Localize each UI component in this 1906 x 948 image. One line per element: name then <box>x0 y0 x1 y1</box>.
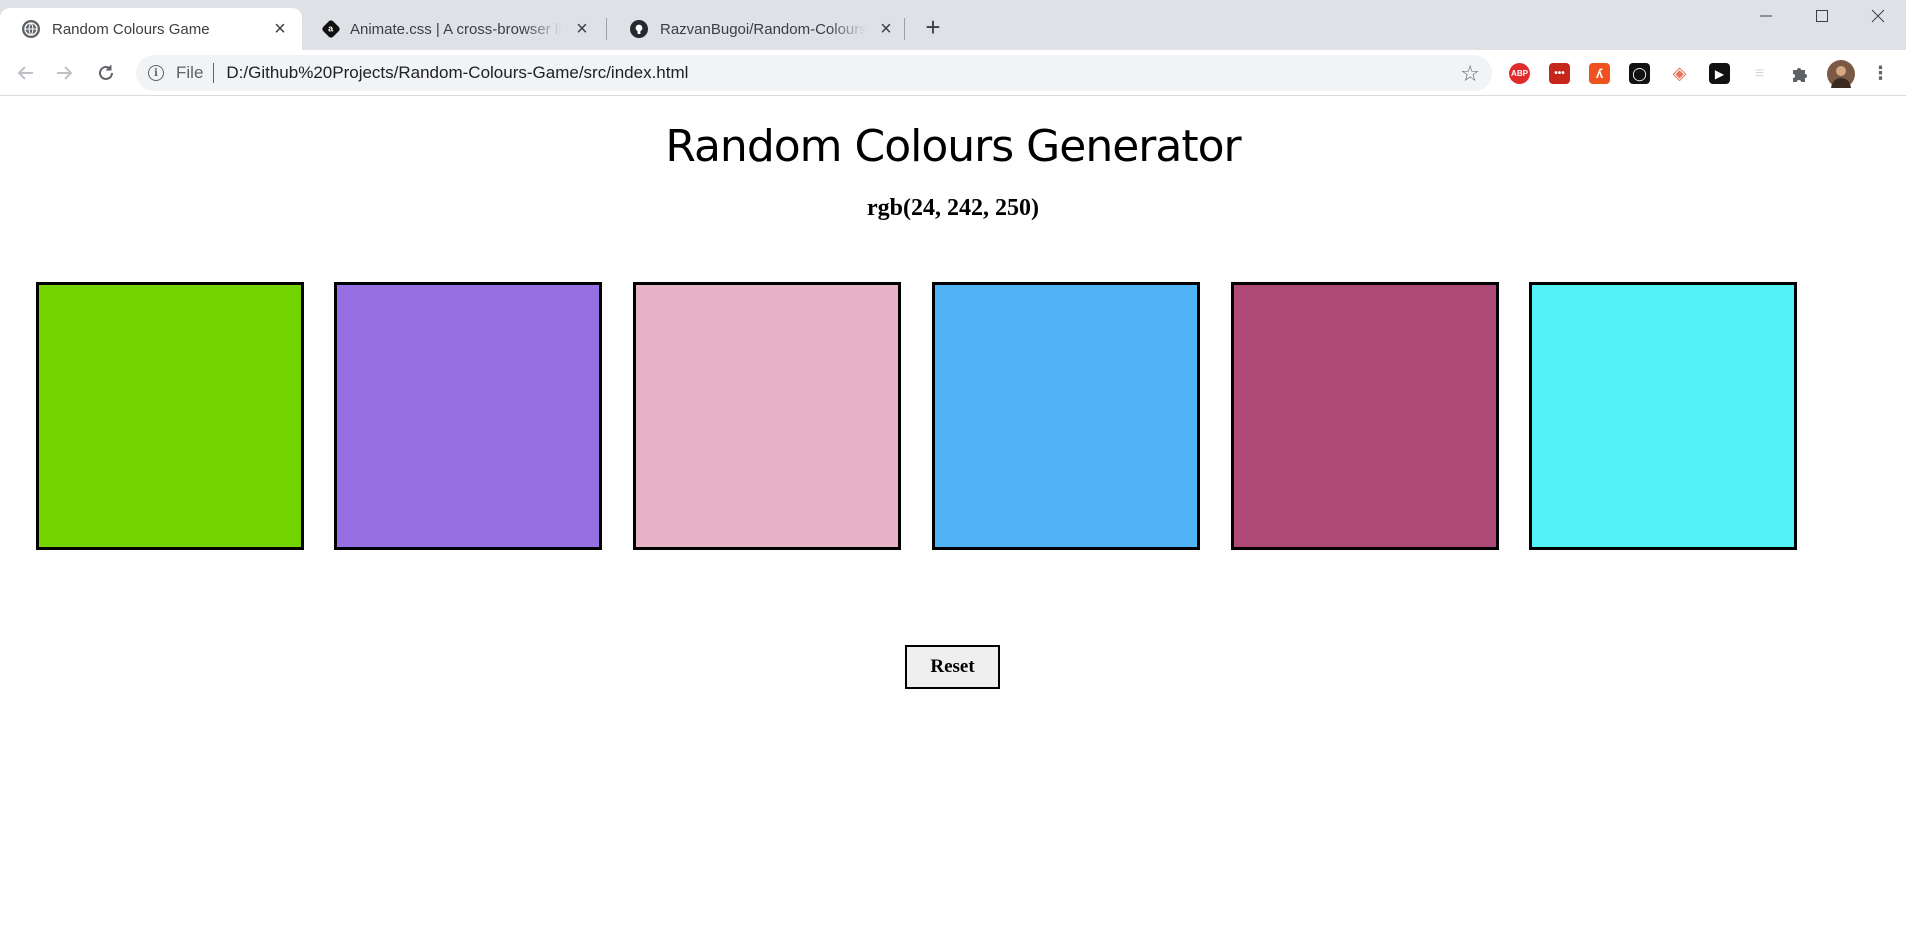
colour-swatch[interactable] <box>36 282 304 550</box>
tab-separator <box>904 18 905 40</box>
lastpass-icon[interactable]: ••• <box>1549 63 1570 84</box>
divider <box>213 63 215 83</box>
minimize-button[interactable] <box>1738 0 1794 32</box>
extension-orange-icon[interactable]: ʎ <box>1589 63 1610 84</box>
tab-separator <box>606 18 607 40</box>
new-tab-button[interactable]: + <box>918 12 948 42</box>
extension-faded-icon[interactable]: ≡ <box>1749 63 1770 84</box>
tab-title: RazvanBugoi/Random-Colours-Game <box>660 20 866 38</box>
play-extension-icon[interactable]: ▶ <box>1709 63 1730 84</box>
tab-random-colours-game[interactable]: Random Colours Game × <box>0 8 302 50</box>
colour-swatch[interactable] <box>334 282 602 550</box>
bookmark-star-icon[interactable]: ☆ <box>1460 61 1480 87</box>
colour-swatch[interactable] <box>633 282 901 550</box>
tab-title: Animate.css | A cross-browser library <box>350 20 562 38</box>
arrow-left-icon <box>17 66 33 80</box>
adblock-plus-icon[interactable]: ABP <box>1509 63 1530 84</box>
page-content: Random Colours Generator rgb(24, 242, 25… <box>0 97 1906 948</box>
tab-github-repo[interactable]: RazvanBugoi/Random-Colours-Game × <box>608 8 908 50</box>
back-button[interactable] <box>10 57 42 89</box>
close-window-button[interactable] <box>1850 0 1906 32</box>
address-bar[interactable]: i File D:/Github%20Projects/Random-Colou… <box>136 55 1492 91</box>
close-icon[interactable]: × <box>270 19 290 39</box>
maximize-button[interactable] <box>1794 0 1850 32</box>
puzzle-extensions-icon[interactable] <box>1789 63 1810 84</box>
globe-icon <box>22 20 40 38</box>
browser-toolbar: i File D:/Github%20Projects/Random-Colou… <box>0 50 1906 96</box>
arrow-right-icon <box>57 66 73 80</box>
info-icon[interactable]: i <box>148 65 164 81</box>
colour-swatch[interactable] <box>1529 282 1797 550</box>
close-icon[interactable]: × <box>876 19 896 39</box>
page-title: Random Colours Generator <box>665 121 1241 172</box>
target-rgb-code: rgb(24, 242, 250) <box>867 195 1039 221</box>
forward-button[interactable] <box>48 57 80 89</box>
colour-swatches <box>36 282 1836 552</box>
github-icon <box>630 20 648 38</box>
tab-title: Random Colours Game <box>52 20 210 38</box>
avatar[interactable] <box>1827 60 1855 88</box>
animate-logo-icon: a <box>321 19 341 39</box>
close-icon[interactable]: × <box>572 19 592 39</box>
colour-swatch[interactable] <box>932 282 1200 550</box>
tab-animate-css[interactable]: a Animate.css | A cross-browser library … <box>302 8 604 50</box>
shield-extension-icon[interactable]: ◈ <box>1669 63 1690 84</box>
url-text[interactable]: D:/Github%20Projects/Random-Colours-Game… <box>226 63 688 83</box>
plus-icon: + <box>925 11 941 42</box>
menu-kebab-icon[interactable]: ⋮ <box>1870 63 1891 84</box>
colour-swatch[interactable] <box>1231 282 1499 550</box>
reload-button[interactable] <box>90 57 122 89</box>
extension-black-icon[interactable]: ◯ <box>1629 63 1650 84</box>
reset-button[interactable]: Reset <box>905 645 1000 689</box>
tab-strip: Random Colours Game × a Animate.css | A … <box>0 0 1906 50</box>
scheme-label: File <box>176 63 204 82</box>
reload-icon <box>99 65 113 80</box>
